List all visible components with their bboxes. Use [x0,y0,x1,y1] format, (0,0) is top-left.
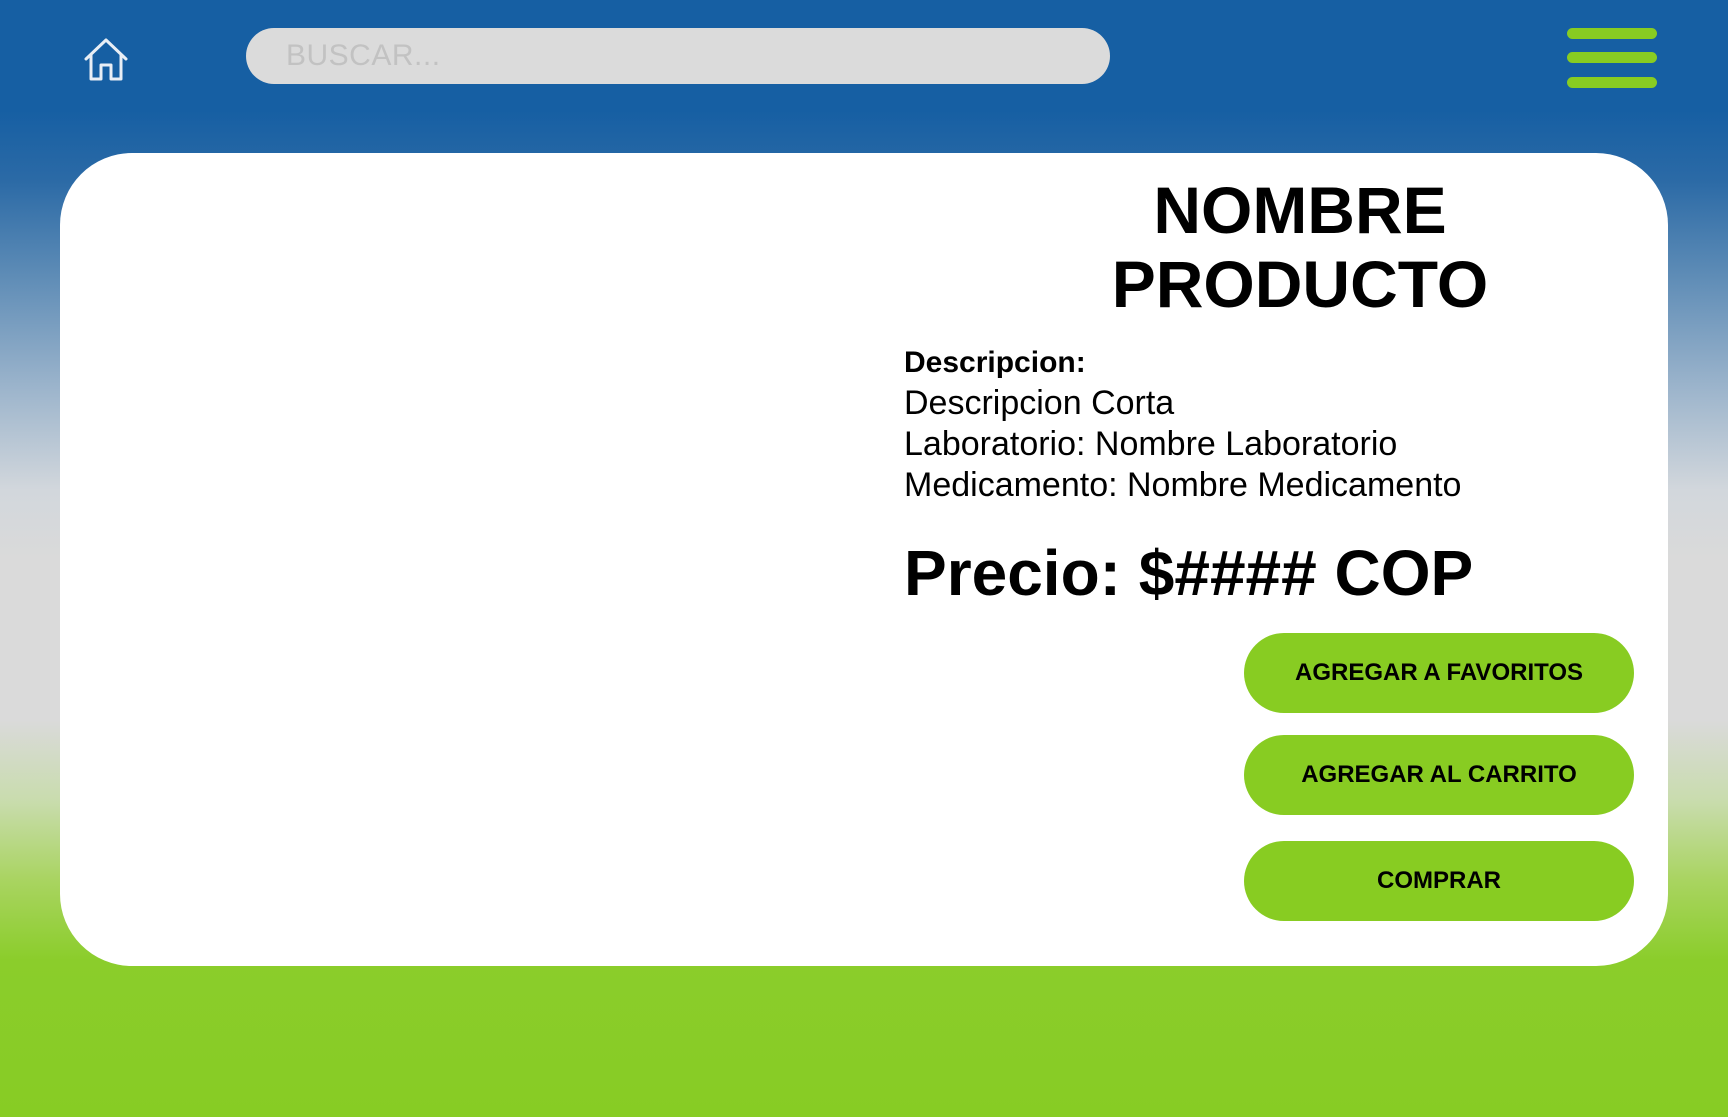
hamburger-menu-icon-bottom-bar [1567,77,1657,88]
medication-info: Medicamento: Nombre Medicamento [904,466,1462,504]
description-heading: Descripcion: [904,346,1086,379]
search-bar [246,28,1110,84]
buy-button[interactable]: COMPRAR [1244,841,1634,921]
hamburger-menu-icon-middle-bar [1567,52,1657,63]
product-price: Precio: $#### COP [904,537,1474,609]
product-title-line2: PRODUCTO [1111,247,1489,321]
hamburger-menu-icon [1567,28,1657,39]
product-image [100,193,880,923]
search-input[interactable] [246,28,1110,84]
laboratory-info: Laboratorio: Nombre Laboratorio [904,425,1398,463]
product-card: NOMBRE PRODUCTO Descripcion: Descripcion… [60,153,1668,966]
product-title-line1: NOMBRE [1153,173,1447,247]
menu-button[interactable] [1567,26,1657,94]
home-icon [84,38,128,81]
home-button[interactable] [80,33,132,85]
product-description: Descripcion: Descripcion Corta Laborator… [904,343,1644,506]
add-to-cart-button[interactable]: AGREGAR AL CARRITO [1244,735,1634,815]
add-to-favorites-button[interactable]: AGREGAR A FAVORITOS [1244,633,1634,713]
product-title: NOMBRE PRODUCTO [960,173,1640,321]
short-description: Descripcion Corta [904,384,1175,422]
